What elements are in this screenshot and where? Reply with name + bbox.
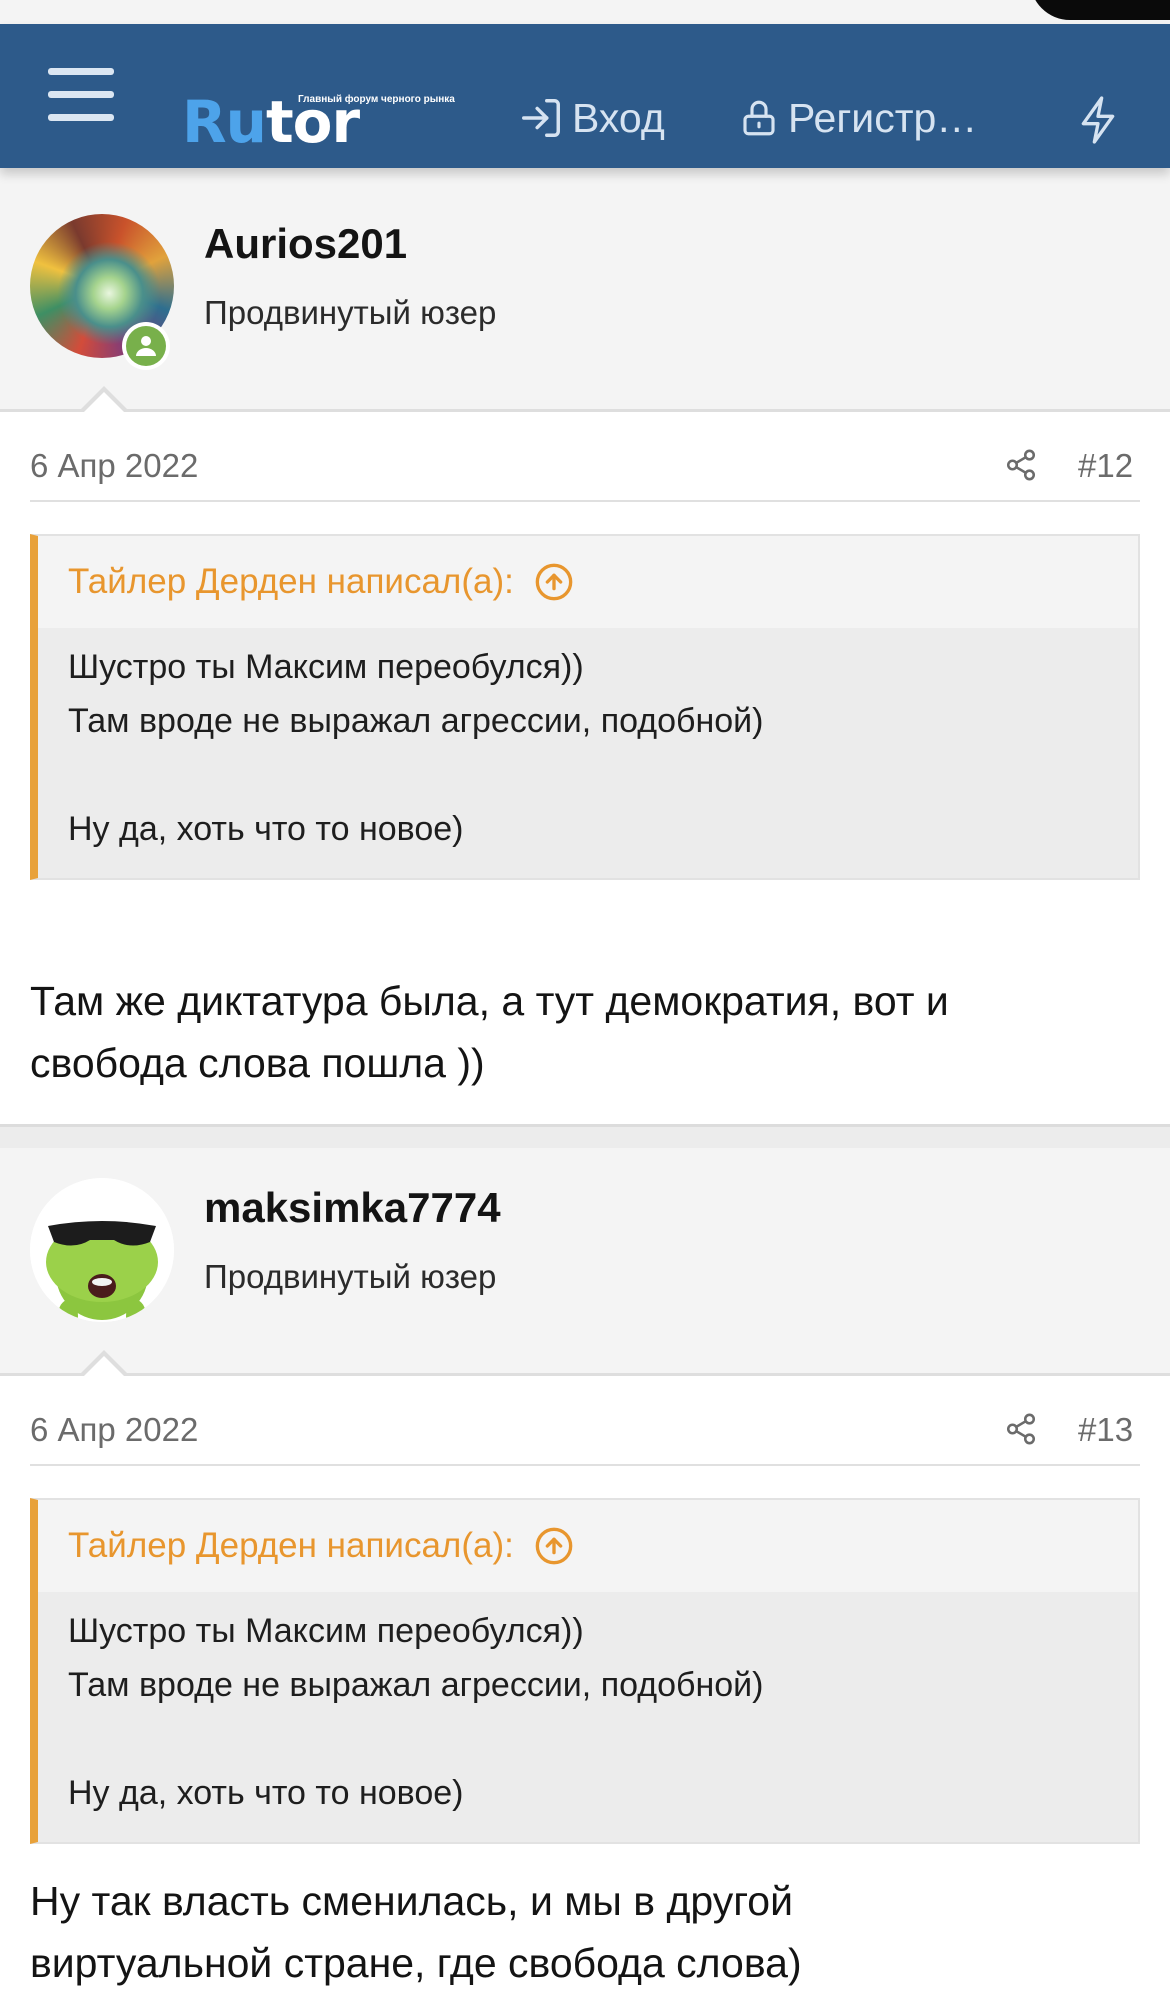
post-text-line: Ну так власть сменилась, и мы в другой [30, 1878, 793, 1924]
quote-body: Шустро ты Максим переобулся)) Там вроде … [38, 1592, 1138, 1842]
bolt-icon[interactable] [1076, 94, 1120, 146]
quote-line: Шустро ты Максим переобулся)) [68, 1612, 584, 1650]
post-number[interactable]: #13 [1078, 1411, 1133, 1449]
share-icon[interactable] [1004, 448, 1038, 482]
meta-divider [30, 500, 1140, 502]
post-user-block: Aurios201 Продвинутый юзер [0, 168, 1170, 412]
quote-author-link[interactable]: Тайлер Дерден написал(а): [68, 562, 574, 602]
share-icon[interactable] [1004, 1412, 1038, 1446]
arrow-up-circle-icon[interactable] [534, 562, 574, 602]
register-link[interactable]: Регистр… [738, 90, 977, 146]
site-logo[interactable]: Rutor Главный форум черного рынка [182, 60, 482, 156]
lock-open-icon [743, 100, 775, 136]
quote-line: Шустро ты Максим переобулся)) [68, 648, 584, 686]
quote-block: Тайлер Дерден написал(а): Шустро ты Макс… [30, 534, 1140, 880]
username[interactable]: Aurios201 [204, 220, 407, 268]
post-separator [0, 1124, 1170, 1148]
post-text-line: виртуальной стране, где свобода слова) [30, 1940, 802, 1986]
login-link[interactable]: Вход [518, 90, 665, 146]
quote-line: Ну да, хоть что то новое) [68, 1774, 464, 1812]
post-number[interactable]: #12 [1078, 447, 1133, 485]
quote-block: Тайлер Дерден написал(а): Шустро ты Макс… [30, 1498, 1140, 1844]
sign-in-icon [522, 99, 560, 137]
user-title: Продвинутый юзер [204, 1258, 497, 1295]
user-title: Продвинутый юзер [204, 294, 497, 331]
post-pointer-fill [81, 1356, 127, 1379]
post-pointer-fill [81, 392, 127, 415]
avatar[interactable] [30, 1178, 174, 1322]
logo-tagline: Главный форум черного рынка [298, 94, 455, 105]
meta-divider [30, 1464, 1140, 1466]
post-text-line: Там же диктатура была, а тут демократия,… [30, 978, 949, 1024]
quote-body: Шустро ты Максим переобулся)) Там вроде … [38, 628, 1138, 878]
post-date[interactable]: 6 Апр 2022 [30, 447, 198, 485]
quote-header: Тайлер Дерден написал(а): [38, 1500, 1138, 1592]
quote-author-link[interactable]: Тайлер Дерден написал(а): [68, 1526, 574, 1566]
username[interactable]: maksimka7774 [204, 1184, 501, 1232]
quote-line: Там вроде не выражал агрессии, подобной) [68, 702, 764, 740]
quote-line: Ну да, хоть что то новое) [68, 810, 464, 848]
quote-header: Тайлер Дерден написал(а): [38, 536, 1138, 628]
hamburger-menu-icon[interactable] [48, 68, 114, 122]
register-label: Регистр… [788, 94, 978, 141]
post-text-line: свобода слова пошла )) [30, 1040, 485, 1086]
online-status-icon [122, 322, 170, 370]
status-bar [0, 0, 1170, 24]
arrow-up-circle-icon[interactable] [534, 1526, 574, 1566]
site-header: Rutor Главный форум черного рынка Вход Р… [0, 24, 1170, 168]
forum-thread-page: Rutor Главный форум черного рынка Вход Р… [0, 0, 1170, 2002]
login-label: Вход [572, 94, 665, 141]
post-user-block: maksimka7774 Продвинутый юзер [0, 1148, 1170, 1376]
quote-line: Там вроде не выражал агрессии, подобной) [68, 1666, 764, 1704]
post-date[interactable]: 6 Апр 2022 [30, 1411, 198, 1449]
